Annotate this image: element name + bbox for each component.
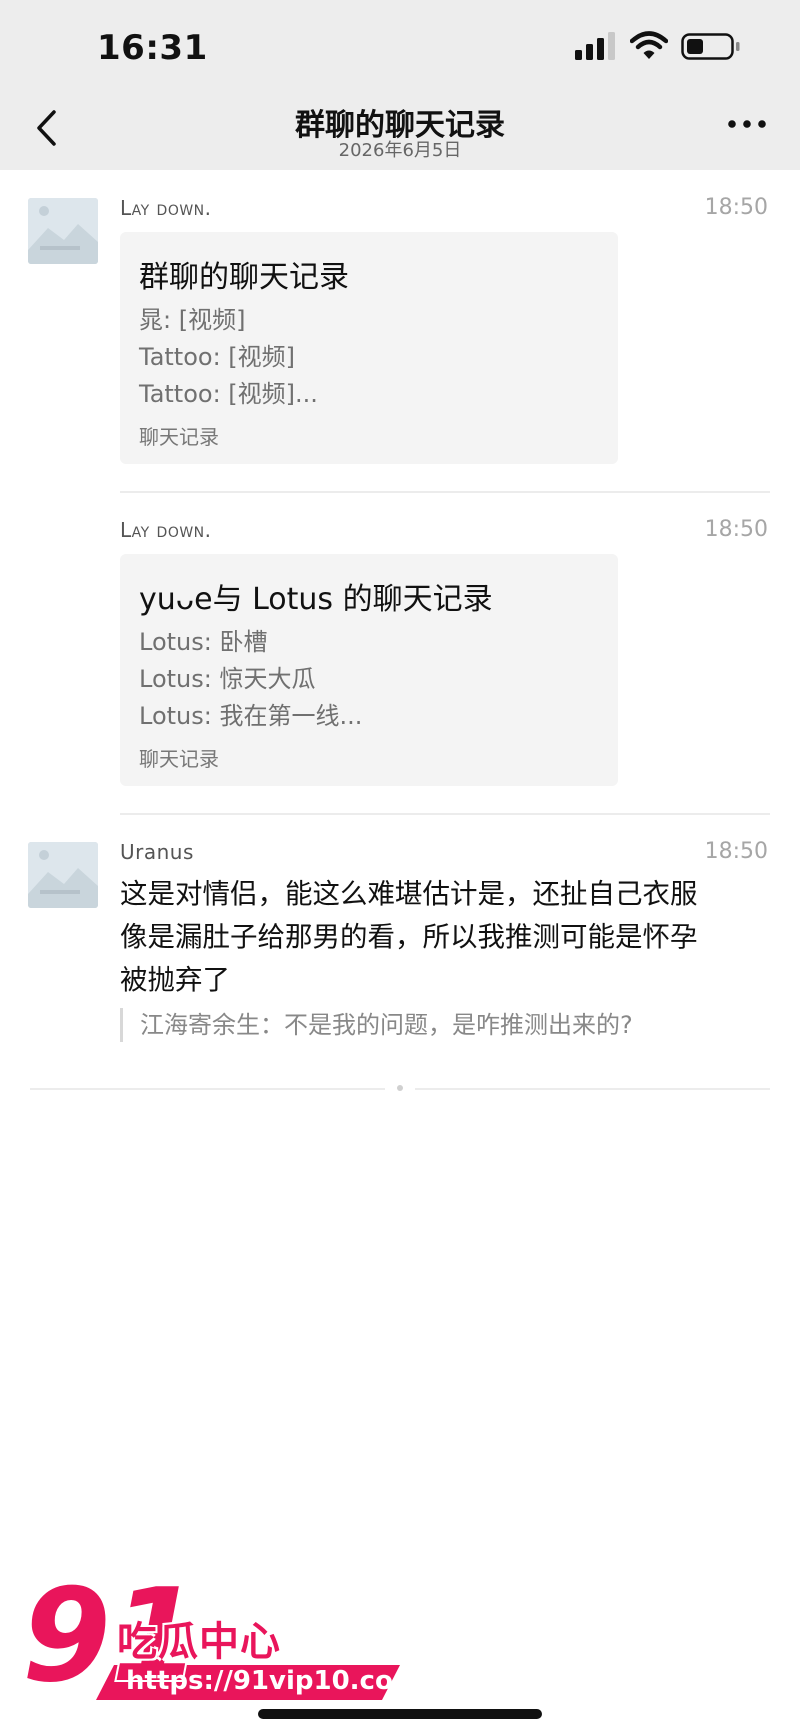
avatar[interactable] <box>28 198 98 264</box>
card-line: Lotus: 惊天大瓜 <box>139 665 316 693</box>
message-time: 18:50 <box>704 517 768 542</box>
divider <box>120 491 770 493</box>
battery-icon <box>681 33 740 60</box>
card-line: Lotus: 我在第一线... <box>139 702 363 730</box>
chat-record-card[interactable]: 群聊的聊天记录 晁: [视频] Tattoo: [视频] Tattoo: [视频… <box>120 232 618 464</box>
card-footer: 聊天记录 <box>139 425 219 449</box>
card-line: Tattoo: [视频]... <box>139 380 318 408</box>
sender-name: Uranus <box>120 840 194 864</box>
end-divider-dot <box>397 1085 403 1091</box>
card-line: Tattoo: [视频] <box>139 343 296 371</box>
top-bar: 16:31 群聊的聊天记录 2026年6月5日 <box>0 0 800 170</box>
message-text[interactable]: 这是对情侣，能这么难堪估计是，还扯自己衣服 像是漏肚子给那男的看，所以我推测可能… <box>120 873 770 1002</box>
card-footer: 聊天记录 <box>139 747 219 771</box>
image-placeholder-icon <box>28 842 98 908</box>
avatar[interactable] <box>28 842 98 908</box>
status-time: 16:31 <box>97 28 208 68</box>
sender-name: Lay down. <box>120 196 212 220</box>
end-divider-left <box>30 1088 385 1090</box>
message-time: 18:50 <box>704 839 768 864</box>
image-placeholder-icon <box>28 198 98 264</box>
sender-name: Lay down. <box>120 518 212 542</box>
cellular-signal-icon <box>575 32 615 60</box>
more-options-button[interactable] <box>726 116 768 132</box>
card-title: 群聊的聊天记录 <box>139 260 349 295</box>
end-divider-right <box>415 1088 770 1090</box>
chat-record-card[interactable]: yuᴗe与 Lotus 的聊天记录 Lotus: 卧槽 Lotus: 惊天大瓜 … <box>120 554 618 786</box>
watermark-url: https://91vip10.com <box>126 1666 420 1696</box>
wifi-icon <box>630 31 668 59</box>
card-title: yuᴗe与 Lotus 的聊天记录 <box>139 582 493 617</box>
watermark-brand: 吃瓜中心 <box>117 1619 281 1665</box>
message-text-line: 被抛弃了 <box>120 964 230 996</box>
dot-icon <box>743 120 751 128</box>
dot-icon <box>758 120 766 128</box>
page-subtitle: 2026年6月5日 <box>338 140 462 161</box>
card-line: 晁: [视频] <box>139 306 246 334</box>
home-indicator[interactable] <box>258 1709 542 1719</box>
dot-icon <box>728 120 736 128</box>
message-text-line: 像是漏肚子给那男的看，所以我推测可能是怀孕 <box>120 921 698 953</box>
quoted-reply[interactable]: 江海寄余生：不是我的问题，是咋推测出来的? <box>120 1008 633 1042</box>
message-time: 18:50 <box>704 195 768 220</box>
message-text-line: 这是对情侣，能这么难堪估计是，还扯自己衣服 <box>120 878 698 910</box>
divider <box>120 813 770 815</box>
card-line: Lotus: 卧槽 <box>139 628 268 656</box>
